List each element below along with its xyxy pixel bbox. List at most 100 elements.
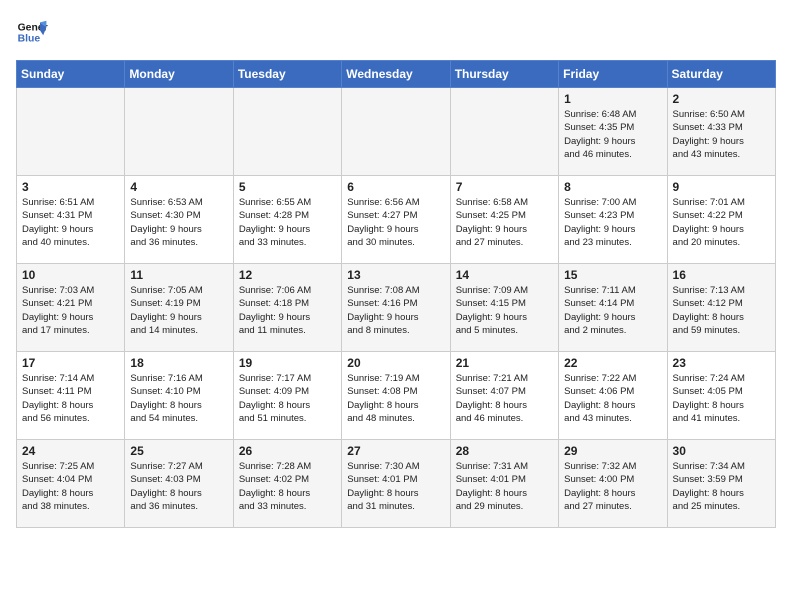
calendar-cell-1-5 <box>450 88 558 176</box>
day-number: 11 <box>130 268 227 282</box>
calendar-cell-2-7: 9 Sunrise: 7:01 AM Sunset: 4:22 PM Daylig… <box>667 176 775 264</box>
day-detail: Sunrise: 7:01 AM Sunset: 4:22 PM Dayligh… <box>673 196 770 249</box>
day-detail: Sunrise: 6:55 AM Sunset: 4:28 PM Dayligh… <box>239 196 336 249</box>
calendar-table: SundayMondayTuesdayWednesdayThursdayFrid… <box>16 60 776 528</box>
calendar-cell-5-6: 29Sunrise: 7:32 AM Sunset: 4:00 PM Dayli… <box>559 440 667 528</box>
day-detail: Sunrise: 6:50 AM Sunset: 4:33 PM Dayligh… <box>673 108 770 161</box>
calendar-cell-3-5: 14Sunrise: 7:09 AM Sunset: 4:15 PM Dayli… <box>450 264 558 352</box>
calendar-cell-4-3: 19 Sunrise: 7:17 AM Sunset: 4:09 PM Dayli… <box>233 352 341 440</box>
calendar-week-2: 3Sunrise: 6:51 AM Sunset: 4:31 PM Daylig… <box>17 176 776 264</box>
day-number: 26 <box>239 444 336 458</box>
day-detail: Sunrise: 7:13 AM Sunset: 4:12 PM Dayligh… <box>673 284 770 337</box>
weekday-header-saturday: Saturday <box>667 61 775 88</box>
day-detail: Sunrise: 7:11 AM Sunset: 4:14 PM Dayligh… <box>564 284 661 337</box>
calendar-cell-5-2: 25 Sunrise: 7:27 AM Sunset: 4:03 PM Dayli… <box>125 440 233 528</box>
day-number: 1 <box>564 92 661 106</box>
day-detail: Sunrise: 6:58 AM Sunset: 4:25 PM Dayligh… <box>456 196 553 249</box>
logo-icon: General Blue <box>16 16 48 48</box>
calendar-cell-2-1: 3Sunrise: 6:51 AM Sunset: 4:31 PM Daylig… <box>17 176 125 264</box>
calendar-week-1: 1 Sunrise: 6:48 AM Sunset: 4:35 PM Daylig… <box>17 88 776 176</box>
day-detail: Sunrise: 7:09 AM Sunset: 4:15 PM Dayligh… <box>456 284 553 337</box>
calendar-week-5: 24 Sunrise: 7:25 AM Sunset: 4:04 PM Dayli… <box>17 440 776 528</box>
day-detail: Sunrise: 7:30 AM Sunset: 4:01 PM Dayligh… <box>347 460 444 513</box>
day-number: 30 <box>673 444 770 458</box>
logo: General Blue <box>16 16 52 48</box>
day-detail: Sunrise: 6:53 AM Sunset: 4:30 PM Dayligh… <box>130 196 227 249</box>
calendar-cell-3-2: 11 Sunrise: 7:05 AM Sunset: 4:19 PM Dayli… <box>125 264 233 352</box>
day-detail: Sunrise: 7:03 AM Sunset: 4:21 PM Dayligh… <box>22 284 119 337</box>
day-detail: Sunrise: 7:08 AM Sunset: 4:16 PM Dayligh… <box>347 284 444 337</box>
day-number: 25 <box>130 444 227 458</box>
day-number: 13 <box>347 268 444 282</box>
calendar-cell-3-6: 15 Sunrise: 7:11 AM Sunset: 4:14 PM Dayli… <box>559 264 667 352</box>
day-detail: Sunrise: 6:48 AM Sunset: 4:35 PM Dayligh… <box>564 108 661 161</box>
day-number: 5 <box>239 180 336 194</box>
weekday-header-friday: Friday <box>559 61 667 88</box>
day-number: 2 <box>673 92 770 106</box>
day-detail: Sunrise: 7:00 AM Sunset: 4:23 PM Dayligh… <box>564 196 661 249</box>
day-number: 21 <box>456 356 553 370</box>
calendar-cell-1-4 <box>342 88 450 176</box>
day-detail: Sunrise: 7:28 AM Sunset: 4:02 PM Dayligh… <box>239 460 336 513</box>
weekday-header-tuesday: Tuesday <box>233 61 341 88</box>
calendar-cell-3-4: 13 Sunrise: 7:08 AM Sunset: 4:16 PM Dayli… <box>342 264 450 352</box>
day-number: 23 <box>673 356 770 370</box>
calendar-cell-3-7: 16 Sunrise: 7:13 AM Sunset: 4:12 PM Dayli… <box>667 264 775 352</box>
calendar-cell-1-1 <box>17 88 125 176</box>
calendar-cell-3-1: 10Sunrise: 7:03 AM Sunset: 4:21 PM Dayli… <box>17 264 125 352</box>
day-detail: Sunrise: 7:24 AM Sunset: 4:05 PM Dayligh… <box>673 372 770 425</box>
day-number: 24 <box>22 444 119 458</box>
day-number: 15 <box>564 268 661 282</box>
day-number: 16 <box>673 268 770 282</box>
day-detail: Sunrise: 7:14 AM Sunset: 4:11 PM Dayligh… <box>22 372 119 425</box>
calendar-cell-5-3: 26 Sunrise: 7:28 AM Sunset: 4:02 PM Dayli… <box>233 440 341 528</box>
day-detail: Sunrise: 7:25 AM Sunset: 4:04 PM Dayligh… <box>22 460 119 513</box>
day-number: 8 <box>564 180 661 194</box>
day-number: 28 <box>456 444 553 458</box>
calendar-cell-5-7: 30 Sunrise: 7:34 AM Sunset: 3:59 PM Dayli… <box>667 440 775 528</box>
calendar-cell-2-5: 7 Sunrise: 6:58 AM Sunset: 4:25 PM Daylig… <box>450 176 558 264</box>
calendar-cell-5-1: 24 Sunrise: 7:25 AM Sunset: 4:04 PM Dayli… <box>17 440 125 528</box>
day-detail: Sunrise: 6:51 AM Sunset: 4:31 PM Dayligh… <box>22 196 119 249</box>
page-header: General Blue <box>16 16 776 48</box>
day-number: 19 <box>239 356 336 370</box>
day-detail: Sunrise: 7:19 AM Sunset: 4:08 PM Dayligh… <box>347 372 444 425</box>
day-number: 9 <box>673 180 770 194</box>
day-number: 18 <box>130 356 227 370</box>
day-detail: Sunrise: 7:22 AM Sunset: 4:06 PM Dayligh… <box>564 372 661 425</box>
day-detail: Sunrise: 7:34 AM Sunset: 3:59 PM Dayligh… <box>673 460 770 513</box>
day-detail: Sunrise: 7:21 AM Sunset: 4:07 PM Dayligh… <box>456 372 553 425</box>
calendar-cell-1-2 <box>125 88 233 176</box>
weekday-header-monday: Monday <box>125 61 233 88</box>
day-detail: Sunrise: 7:05 AM Sunset: 4:19 PM Dayligh… <box>130 284 227 337</box>
calendar-cell-4-1: 17 Sunrise: 7:14 AM Sunset: 4:11 PM Dayli… <box>17 352 125 440</box>
day-detail: Sunrise: 6:56 AM Sunset: 4:27 PM Dayligh… <box>347 196 444 249</box>
day-number: 6 <box>347 180 444 194</box>
day-number: 4 <box>130 180 227 194</box>
calendar-body: 1 Sunrise: 6:48 AM Sunset: 4:35 PM Daylig… <box>17 88 776 528</box>
calendar-cell-1-3 <box>233 88 341 176</box>
calendar-cell-2-6: 8 Sunrise: 7:00 AM Sunset: 4:23 PM Daylig… <box>559 176 667 264</box>
calendar-week-3: 10Sunrise: 7:03 AM Sunset: 4:21 PM Dayli… <box>17 264 776 352</box>
calendar-cell-4-6: 22 Sunrise: 7:22 AM Sunset: 4:06 PM Dayli… <box>559 352 667 440</box>
calendar-cell-1-7: 2 Sunrise: 6:50 AM Sunset: 4:33 PM Daylig… <box>667 88 775 176</box>
day-number: 22 <box>564 356 661 370</box>
day-number: 27 <box>347 444 444 458</box>
calendar-cell-1-6: 1 Sunrise: 6:48 AM Sunset: 4:35 PM Daylig… <box>559 88 667 176</box>
calendar-cell-4-5: 21 Sunrise: 7:21 AM Sunset: 4:07 PM Dayli… <box>450 352 558 440</box>
calendar-cell-5-5: 28Sunrise: 7:31 AM Sunset: 4:01 PM Dayli… <box>450 440 558 528</box>
calendar-cell-2-4: 6 Sunrise: 6:56 AM Sunset: 4:27 PM Daylig… <box>342 176 450 264</box>
day-detail: Sunrise: 7:17 AM Sunset: 4:09 PM Dayligh… <box>239 372 336 425</box>
weekday-header-wednesday: Wednesday <box>342 61 450 88</box>
day-number: 17 <box>22 356 119 370</box>
day-detail: Sunrise: 7:27 AM Sunset: 4:03 PM Dayligh… <box>130 460 227 513</box>
svg-text:Blue: Blue <box>18 34 41 45</box>
day-detail: Sunrise: 7:16 AM Sunset: 4:10 PM Dayligh… <box>130 372 227 425</box>
weekday-header-sunday: Sunday <box>17 61 125 88</box>
weekday-header-row: SundayMondayTuesdayWednesdayThursdayFrid… <box>17 61 776 88</box>
day-number: 7 <box>456 180 553 194</box>
calendar-cell-4-4: 20 Sunrise: 7:19 AM Sunset: 4:08 PM Dayli… <box>342 352 450 440</box>
day-number: 20 <box>347 356 444 370</box>
calendar-cell-2-3: 5 Sunrise: 6:55 AM Sunset: 4:28 PM Daylig… <box>233 176 341 264</box>
calendar-cell-2-2: 4 Sunrise: 6:53 AM Sunset: 4:30 PM Daylig… <box>125 176 233 264</box>
